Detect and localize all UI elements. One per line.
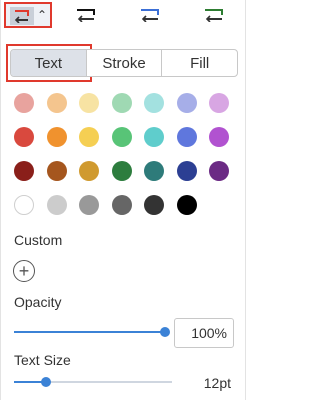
opacity-slider-knob[interactable] (160, 327, 170, 337)
color-swatch[interactable] (176, 93, 197, 113)
color-swatch[interactable] (14, 161, 34, 181)
color-swatch[interactable] (79, 93, 99, 113)
color-swatch[interactable] (14, 195, 34, 215)
chevron-up-icon[interactable]: ⌃ (37, 8, 47, 22)
color-swatch[interactable] (111, 195, 132, 215)
arrow-style-green-button[interactable] (199, 2, 229, 28)
arrow-style-toolbar: ⌃ (1, 0, 247, 30)
arrow-red-icon (10, 7, 34, 25)
add-custom-color-icon[interactable]: + (13, 260, 35, 282)
color-swatch[interactable] (144, 93, 164, 113)
color-swatch[interactable] (111, 93, 132, 113)
color-swatch[interactable] (144, 195, 164, 215)
arrow-style-blue-button[interactable] (135, 2, 165, 28)
color-swatch[interactable] (176, 161, 197, 181)
opacity-label: Opacity (14, 294, 62, 310)
color-swatch[interactable] (79, 127, 99, 147)
color-swatch[interactable] (79, 161, 99, 181)
color-swatch[interactable] (46, 161, 67, 181)
tab-text[interactable]: Text (11, 50, 87, 76)
opacity-input[interactable]: 100% (174, 318, 234, 348)
text-size-value: 12pt (203, 375, 231, 391)
color-swatch[interactable] (176, 195, 197, 215)
color-swatch[interactable] (111, 127, 132, 147)
color-swatch[interactable] (144, 161, 164, 181)
tab-fill[interactable]: Fill (162, 50, 237, 76)
color-swatch[interactable] (209, 161, 229, 181)
color-swatch[interactable] (14, 93, 34, 113)
arrow-black-icon (77, 9, 95, 22)
arrow-green-icon (205, 9, 223, 22)
color-swatch[interactable] (111, 161, 132, 181)
color-swatch[interactable] (46, 195, 67, 215)
arrow-style-black-button[interactable] (71, 2, 101, 28)
color-swatch[interactable] (176, 127, 197, 147)
color-swatch[interactable] (14, 127, 34, 147)
custom-label: Custom (14, 232, 63, 248)
tab-stroke[interactable]: Stroke (87, 50, 163, 76)
color-swatch[interactable] (79, 195, 99, 215)
text-size-label: Text Size (14, 352, 71, 368)
arrow-style-red-button[interactable]: ⌃ (4, 2, 52, 28)
opacity-slider-fill (14, 331, 165, 333)
color-swatch[interactable] (46, 93, 67, 113)
arrow-blue-icon (141, 9, 159, 22)
color-swatch[interactable] (46, 127, 67, 147)
color-swatch[interactable] (209, 127, 229, 147)
style-tabs: Text Stroke Fill (10, 49, 238, 77)
style-panel: ⌃ Text Stroke Fill Custom + Opacity 100%… (0, 0, 246, 400)
text-size-slider-knob[interactable] (40, 377, 51, 387)
color-swatch[interactable] (144, 127, 164, 147)
color-swatch[interactable] (209, 93, 229, 113)
